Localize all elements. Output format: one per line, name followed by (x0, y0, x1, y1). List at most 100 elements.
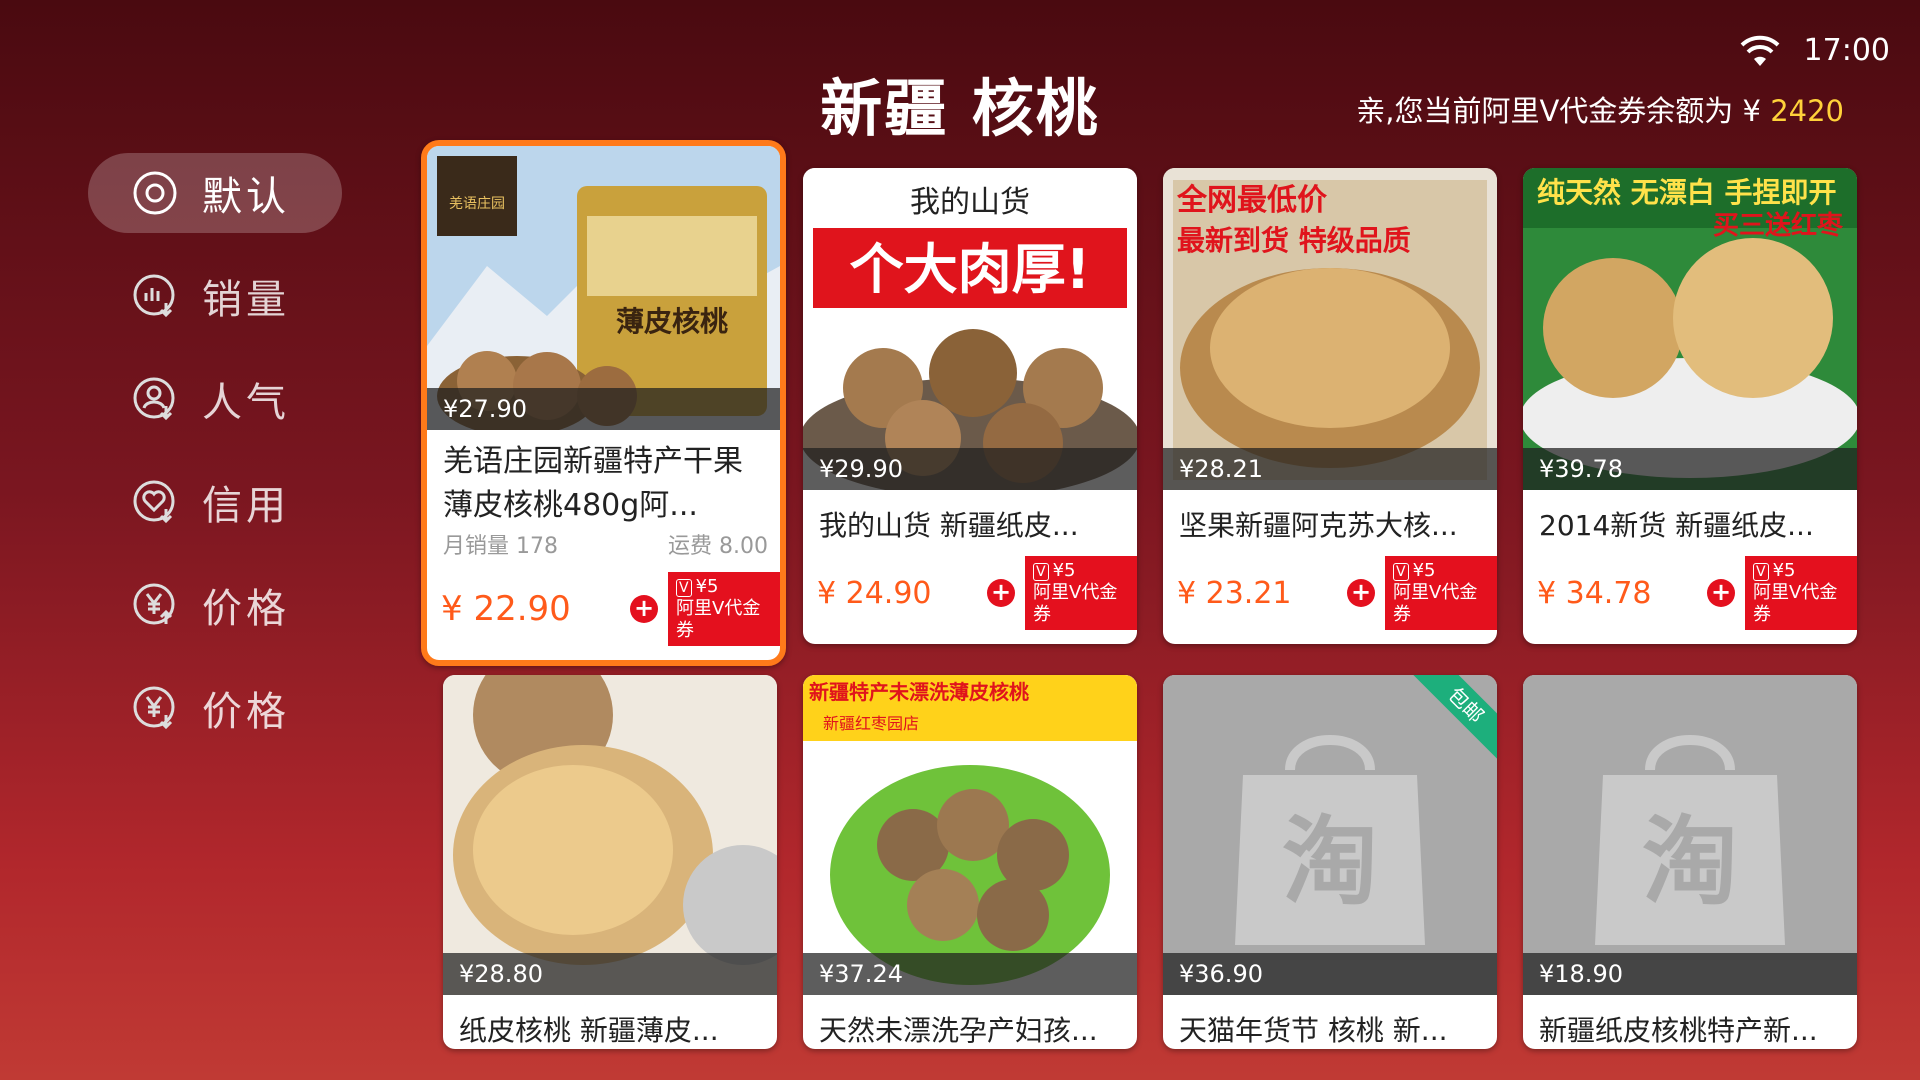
coupon-label: 阿里V代金券 (1753, 582, 1838, 625)
voucher-balance: 亲,您当前阿里V代金券余额为 ¥ 2420 (1356, 88, 1844, 130)
price-strip: ¥28.21 (1163, 448, 1497, 490)
walnut-pile-image: 我的山货 个大肉厚! (803, 168, 1137, 490)
product-card[interactable]: 羌语庄园 薄皮核桃 ¥27.90 羌语庄园新疆特产干果薄皮核桃480g阿... … (421, 140, 786, 666)
product-image: 纯天然 无漂白 手捏即开 买三送红枣 ¥39.78 (1523, 168, 1857, 490)
product-card[interactable]: 全网最低价 最新到货 特级品质 ¥28.21 坚果新疆阿克苏大核... ¥ 23… (1163, 168, 1497, 644)
product-card[interactable]: ¥28.80 纸皮核桃 新疆薄皮... (443, 675, 777, 1049)
sort-label: 信用 (202, 483, 290, 529)
shipping-fee: 运费 8.00 (668, 534, 768, 559)
product-card[interactable]: 新疆特产未漂洗薄皮核桃 新疆红枣园店 ¥37.24 天然未漂洗孕产妇孩... (803, 675, 1137, 1049)
image-caption: 个大肉厚! (850, 238, 1091, 301)
coupon-label: 阿里V代金券 (1393, 582, 1478, 625)
product-name: 我的山货 新疆纸皮... (819, 509, 1079, 542)
image-glyph: 淘 (1282, 806, 1378, 918)
sort-label: 默认 (202, 174, 290, 220)
sort-default[interactable]: 默认 (88, 153, 342, 233)
sort-label: 人气 (202, 380, 290, 426)
product-card[interactable]: 我的山货 个大肉厚! ¥29.90 我的山货 新疆纸皮... ¥ 24.90 +… (803, 168, 1137, 644)
heart-credit-icon (133, 480, 175, 524)
sort-sales[interactable]: 销量 (88, 256, 342, 336)
product-image: 新疆特产未漂洗薄皮核桃 新疆红枣园店 ¥37.24 (803, 675, 1137, 995)
image-caption: 新疆红枣园店 (823, 714, 919, 733)
yuan-price-icon (133, 686, 175, 730)
product-image: 淘 ¥18.90 (1523, 675, 1857, 995)
coupon-badge: V ¥5 阿里V代金券 (1745, 556, 1857, 630)
sales-chart-icon (133, 274, 175, 318)
sort-label: 价格 (202, 689, 290, 735)
price-strip: ¥29.90 (803, 448, 1137, 490)
sort-sidebar: 默认 销量 人气 信用 价格 价格 (88, 153, 342, 771)
yuan-price-icon (133, 583, 175, 625)
taobao-bag-icon: 淘 (1523, 675, 1857, 995)
voucher-icon: V (676, 579, 692, 597)
voucher-icon: V (1393, 563, 1409, 581)
plus-icon: + (630, 595, 658, 623)
price-strip: ¥18.90 (1523, 953, 1857, 995)
walnut-closeup-image: 全网最低价 最新到货 特级品质 (1163, 168, 1497, 490)
voucher-balance-amount: 2420 (1770, 94, 1844, 128)
product-card[interactable]: 淘 ¥18.90 新疆纸皮核桃特产新... (1523, 675, 1857, 1049)
product-name: 纸皮核桃 新疆薄皮... (459, 1014, 719, 1047)
image-glyph: 淘 (1642, 806, 1738, 918)
walnut-kernel-image (443, 675, 777, 995)
price-strip: ¥28.80 (443, 953, 777, 995)
final-price: ¥ 34.78 (1537, 575, 1652, 611)
voucher-balance-label: 亲,您当前阿里V代金券余额为 ¥ (1356, 94, 1771, 128)
coupon-amount: ¥5 (1772, 560, 1796, 581)
price-strip: ¥39.78 (1523, 448, 1857, 490)
coupon-amount: ¥5 (695, 576, 719, 597)
sort-price-asc[interactable]: 价格 (88, 565, 342, 645)
price-row: ¥ 22.90 + V ¥5 阿里V代金券 (427, 560, 780, 660)
user-popularity-icon (133, 377, 175, 421)
image-caption: 最新到货 特级品质 (1177, 224, 1411, 257)
sort-label: 销量 (202, 277, 290, 323)
price-row: ¥ 24.90 + V ¥5 阿里V代金券 (803, 544, 1137, 644)
sort-credit[interactable]: 信用 (88, 462, 342, 542)
coupon-amount: ¥5 (1412, 560, 1436, 581)
coupon-label: 阿里V代金券 (676, 598, 761, 641)
voucher-icon: V (1033, 563, 1049, 581)
plus-icon: + (1707, 579, 1735, 607)
product-name: 新疆纸皮核桃特产新... (1539, 1014, 1818, 1047)
price-strip: ¥36.90 (1163, 953, 1497, 995)
product-image: 我的山货 个大肉厚! ¥29.90 (803, 168, 1137, 490)
image-caption: 我的山货 (910, 185, 1030, 220)
plus-icon: + (1347, 579, 1375, 607)
price-strip: ¥37.24 (803, 953, 1137, 995)
image-caption: 买三送红枣 (1713, 210, 1844, 241)
walnut-green-image: 纯天然 无漂白 手捏即开 买三送红枣 (1523, 168, 1857, 490)
product-image: 羌语庄园 薄皮核桃 ¥27.90 (427, 146, 780, 430)
voucher-icon: V (1753, 563, 1769, 581)
coupon-amount: ¥5 (1052, 560, 1076, 581)
product-name: 天猫年货节 核桃 新... (1179, 1014, 1448, 1047)
final-price: ¥ 23.21 (1177, 575, 1292, 611)
price-strip: ¥27.90 (427, 388, 780, 430)
coupon-badge: V ¥5 阿里V代金券 (1025, 556, 1137, 630)
product-image: ¥28.80 (443, 675, 777, 995)
taobao-bag-icon: 淘 (1163, 675, 1497, 995)
image-caption: 纯天然 无漂白 手捏即开 (1537, 176, 1837, 209)
product-card[interactable]: 纯天然 无漂白 手捏即开 买三送红枣 ¥39.78 2014新货 新疆纸皮...… (1523, 168, 1857, 644)
product-name: 天然未漂洗孕产妇孩... (819, 1014, 1098, 1047)
image-caption: 薄皮核桃 (616, 305, 728, 338)
sort-label: 价格 (202, 586, 290, 632)
product-image: 全网最低价 最新到货 特级品质 ¥28.21 (1163, 168, 1497, 490)
product-name: 2014新货 新疆纸皮... (1539, 509, 1814, 542)
plus-icon: + (987, 579, 1015, 607)
final-price: ¥ 24.90 (817, 575, 932, 611)
coupon-badge: V ¥5 阿里V代金券 (668, 572, 780, 646)
image-caption: 新疆特产未漂洗薄皮核桃 (809, 680, 1029, 704)
product-name: 羌语庄园新疆特产干果薄皮核桃480g阿... (443, 444, 743, 523)
sort-popularity[interactable]: 人气 (88, 359, 342, 439)
walnut-bowl-image: 新疆特产未漂洗薄皮核桃 新疆红枣园店 (803, 675, 1137, 995)
final-price: ¥ 22.90 (441, 589, 571, 629)
image-caption: 羌语庄园 (449, 195, 505, 212)
sort-price-desc[interactable]: 价格 (88, 668, 342, 748)
image-caption: 全网最低价 (1176, 183, 1327, 218)
coupon-badge: V ¥5 阿里V代金券 (1385, 556, 1497, 630)
product-image: 淘 包邮 ¥36.90 (1163, 675, 1497, 995)
coupon-label: 阿里V代金券 (1033, 582, 1118, 625)
product-name: 坚果新疆阿克苏大核... (1179, 509, 1458, 542)
product-card[interactable]: 淘 包邮 ¥36.90 天猫年货节 核桃 新... (1163, 675, 1497, 1049)
price-row: ¥ 23.21 + V ¥5 阿里V代金券 (1163, 544, 1497, 644)
